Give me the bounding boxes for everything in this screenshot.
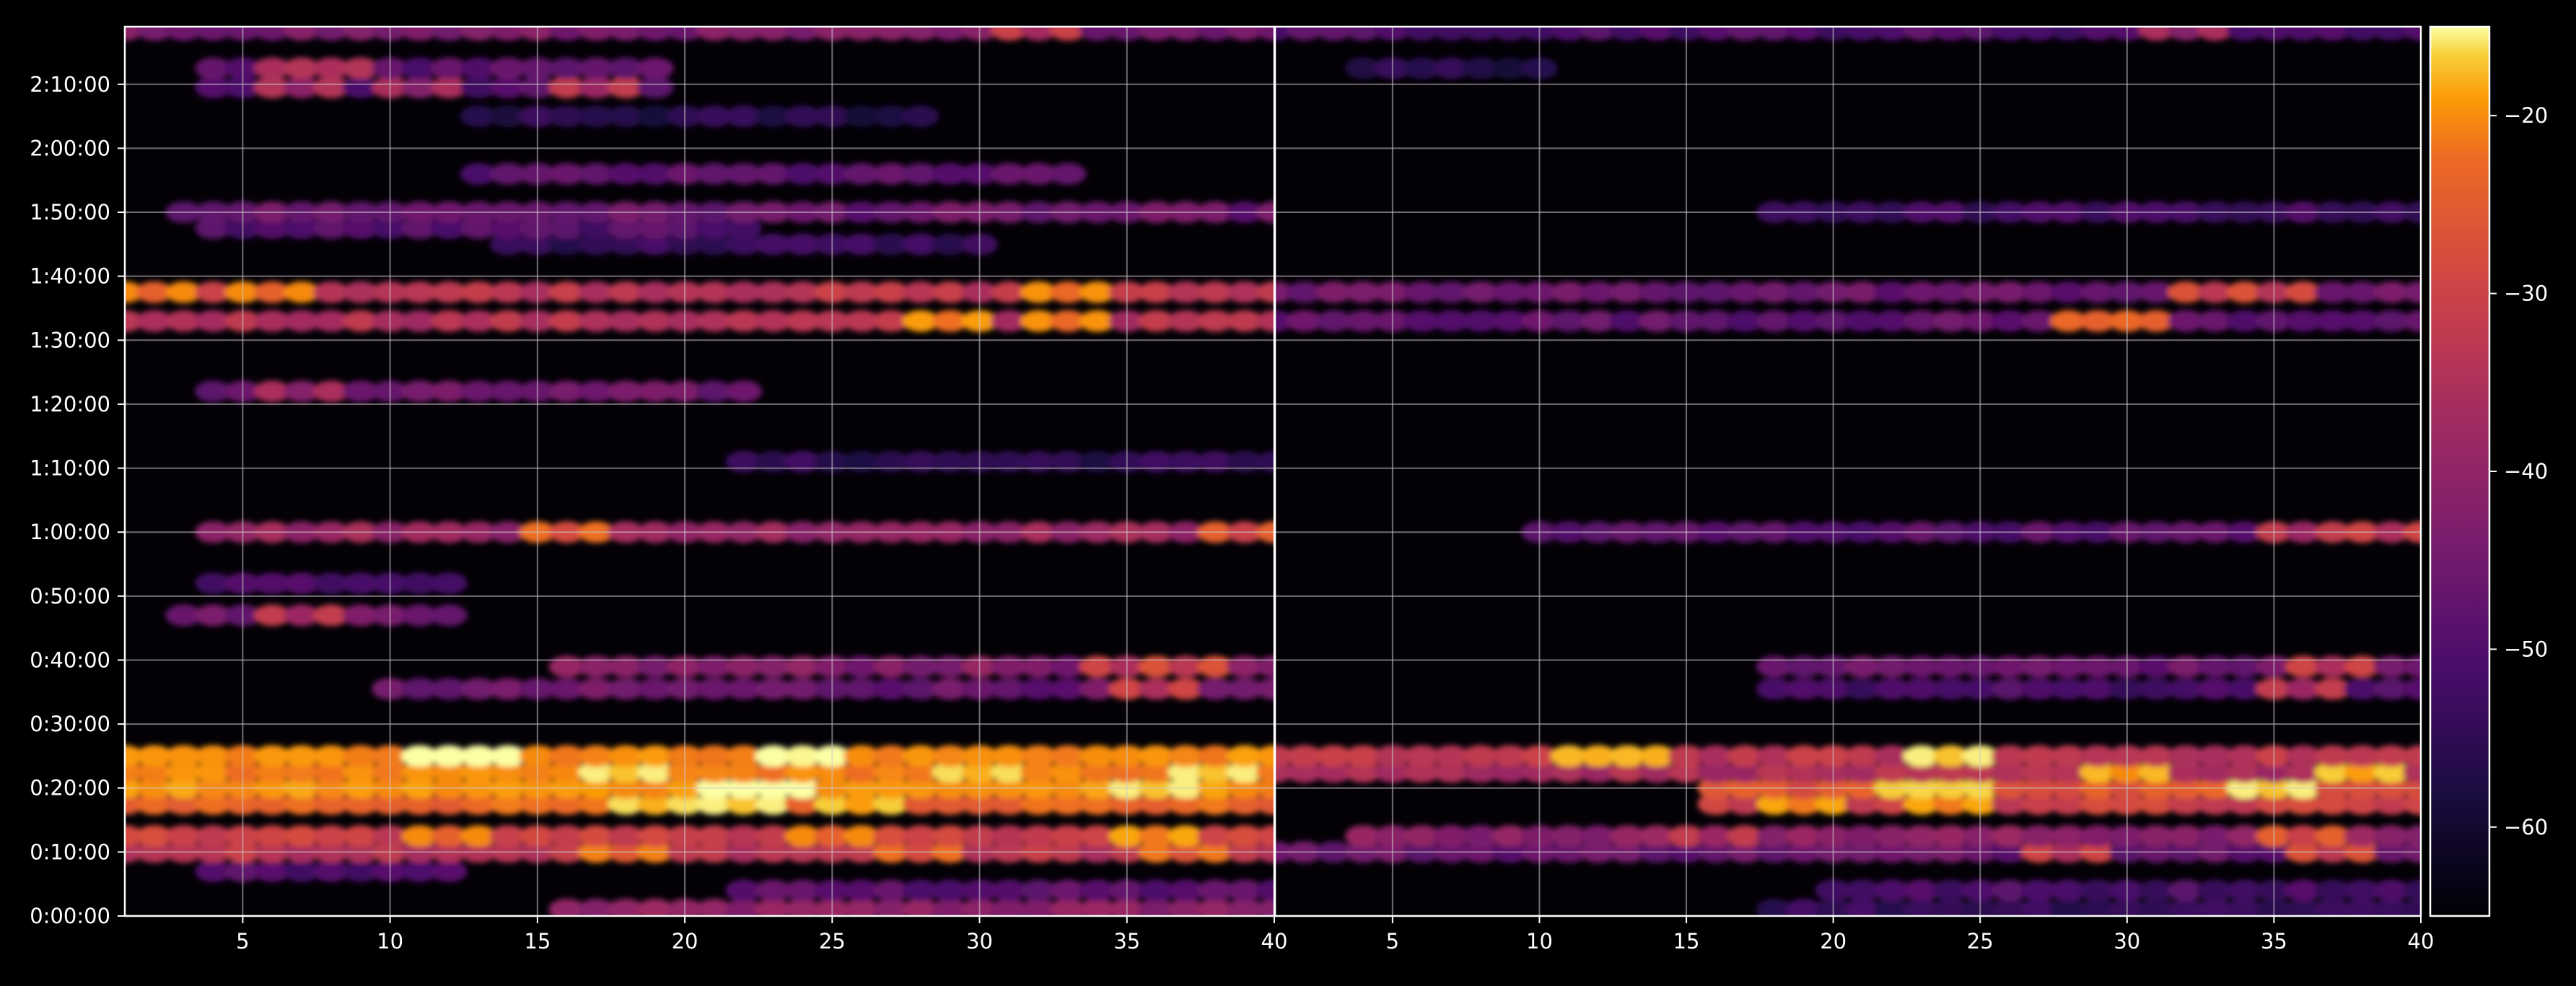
heatmap-cell [636, 77, 674, 99]
y-tick-label: 0:20:00 [30, 776, 110, 800]
colorbar-gradient [2429, 25, 2491, 917]
heatmap-cell [430, 860, 468, 882]
colorbar-tick-label: −30 [2504, 282, 2548, 306]
y-tick-label: 1:30:00 [30, 328, 110, 352]
y-tick-label: 0:00:00 [30, 904, 110, 928]
x-tick-label: 25 [819, 929, 846, 954]
y-tick-label: 1:00:00 [30, 520, 110, 544]
x-tick-label: 35 [1113, 929, 1140, 954]
x-tick-label: 40 [2408, 929, 2435, 954]
spectrogram-svg: 0:00:00 0:10:00 0:20:00 0:30:00 0:40:00 0:50:… [30, 25, 2548, 954]
x-axis-ticks: 5 10 15 20 25 30 35 40 5 10 15 20 25 30 35 40 [236, 916, 2434, 954]
y-tick-label: 0:40:00 [30, 647, 110, 672]
y-tick-label: 1:50:00 [30, 200, 110, 224]
y-tick-label: 0:50:00 [30, 584, 110, 608]
colorbar: −20 −30 −40 −50 −60 [2429, 25, 2548, 917]
y-tick-label: 2:10:00 [30, 72, 110, 97]
heatmap-panel-right [1275, 27, 2421, 916]
heatmap-cell [1049, 162, 1087, 185]
x-tick-label: 25 [1967, 929, 1994, 954]
x-tick-label: 5 [236, 929, 249, 954]
x-tick-label: 15 [524, 929, 551, 954]
x-tick-label: 30 [2113, 929, 2140, 954]
heatmap-cell [430, 604, 468, 627]
heatmap-cell [636, 57, 674, 79]
y-tick-label: 0:10:00 [30, 839, 110, 864]
y-axis-ticks: 0:00:00 0:10:00 0:20:00 0:30:00 0:40:00 0:50:… [30, 72, 125, 928]
x-tick-label: 10 [1526, 929, 1553, 954]
y-tick-label: 1:40:00 [30, 264, 110, 289]
y-tick-label: 1:20:00 [30, 392, 110, 416]
x-tick-label: 5 [1386, 929, 1399, 954]
x-tick-label: 20 [1820, 929, 1846, 954]
heatmap-cell [430, 572, 468, 595]
x-tick-label: 15 [1673, 929, 1700, 954]
y-tick-label: 2:00:00 [30, 136, 110, 160]
spectrogram-figure: 0:00:00 0:10:00 0:20:00 0:30:00 0:40:00 0:50:… [0, 0, 2576, 983]
y-tick-label: 1:10:00 [30, 456, 110, 481]
x-tick-label: 20 [672, 929, 698, 954]
x-tick-label: 40 [1261, 929, 1288, 954]
heatmap-cell [902, 105, 939, 128]
colorbar-tick-label: −20 [2504, 103, 2548, 128]
heatmap-panels [125, 27, 2421, 916]
x-tick-label: 30 [966, 929, 993, 954]
x-tick-label: 35 [2261, 929, 2287, 954]
colorbar-tick-label: −40 [2504, 459, 2548, 484]
heatmap-cell [725, 380, 763, 403]
colorbar-tick-label: −60 [2504, 815, 2548, 839]
x-tick-label: 10 [377, 929, 403, 954]
colorbar-tick-label: −50 [2504, 637, 2548, 661]
heatmap-panel-left [125, 27, 1274, 916]
y-tick-label: 0:30:00 [30, 712, 110, 736]
